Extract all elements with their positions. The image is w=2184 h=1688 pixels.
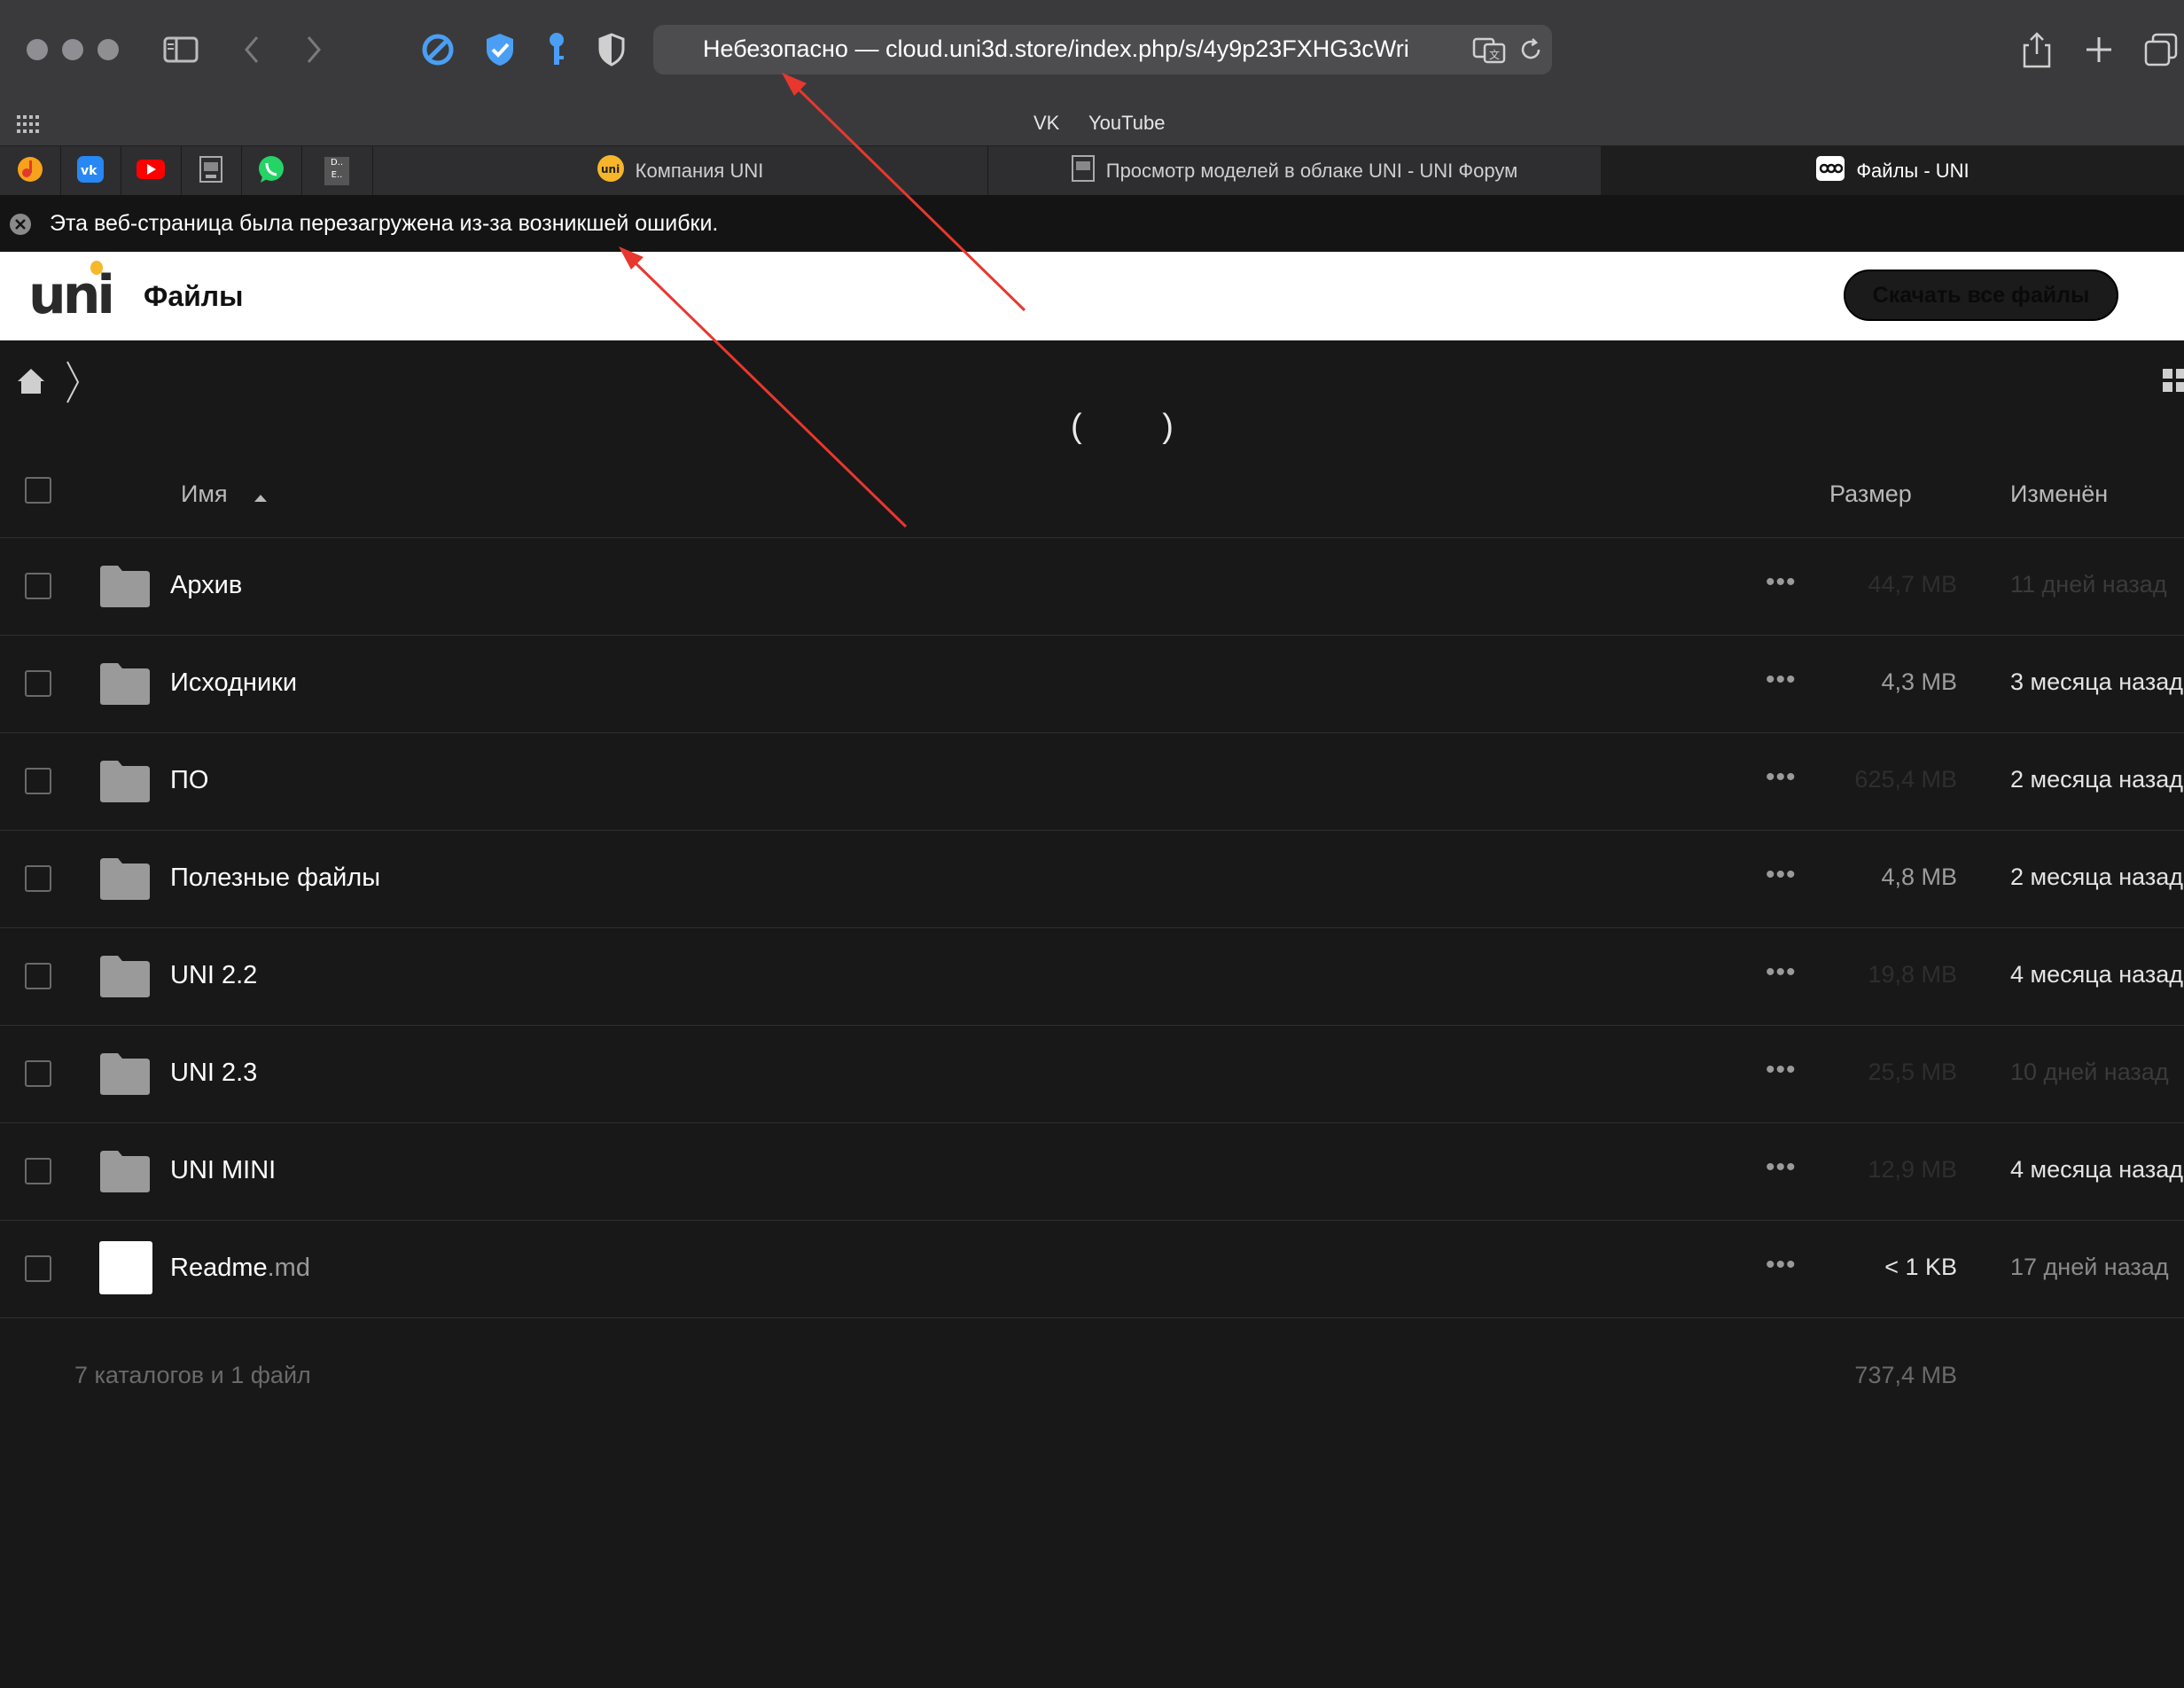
annotation-arrow-error	[619, 246, 908, 528]
annotation-arrow-url	[782, 73, 1026, 312]
annotation-arrows	[619, 73, 1026, 528]
